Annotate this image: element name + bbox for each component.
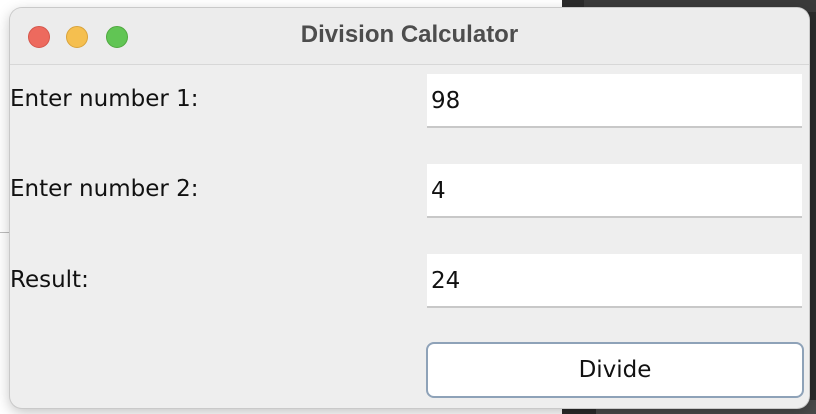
title-bar[interactable]: Division Calculator bbox=[10, 8, 809, 65]
number1-field[interactable]: 98 bbox=[427, 74, 802, 128]
number1-label: Enter number 1: bbox=[10, 86, 199, 112]
window-title: Division Calculator bbox=[300, 21, 519, 48]
result-label: Result: bbox=[10, 267, 89, 293]
number2-label: Enter number 2: bbox=[10, 176, 199, 202]
number2-field[interactable]: 4 bbox=[427, 164, 802, 218]
division-calculator-window: Division Calculator Enter number 1: 98 E… bbox=[10, 8, 809, 408]
divide-button[interactable]: Divide bbox=[426, 342, 804, 398]
result-field[interactable]: 24 bbox=[427, 254, 802, 308]
